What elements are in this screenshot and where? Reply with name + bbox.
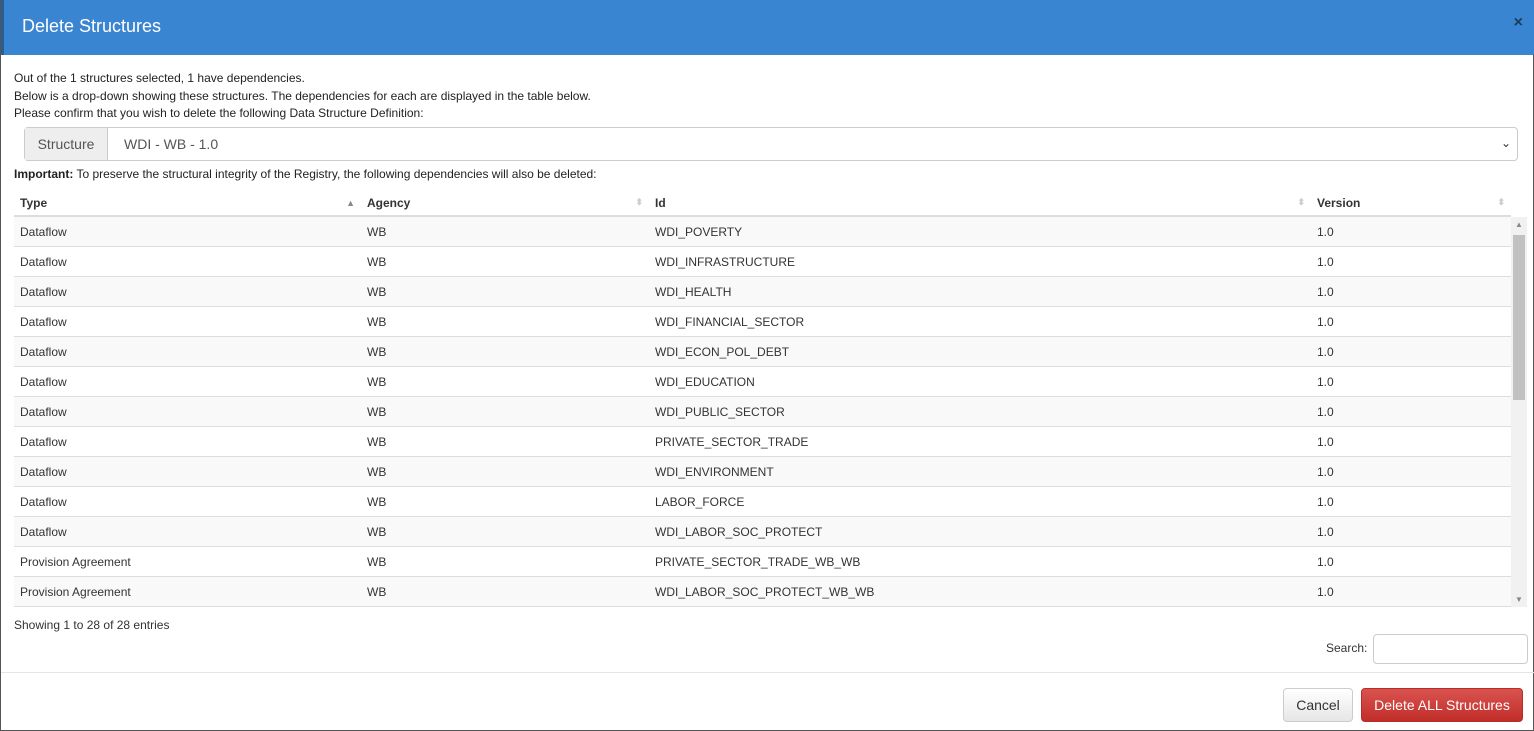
table-cell: WB: [367, 494, 387, 509]
dialog: Delete Structures × Out of the 1 structu…: [0, 0, 1534, 731]
column-header-id[interactable]: Id ⬍: [649, 190, 1311, 215]
table-row[interactable]: Dataflow WB PRIVATE_SECTOR_TRADE 1.0: [14, 427, 1511, 457]
delete-all-button[interactable]: Delete ALL Structures: [1361, 688, 1523, 722]
table-row[interactable]: Provision Agreement WB WDI_LABOR_SOC_PROTE…: [14, 577, 1511, 607]
table-cell: WDI_ENVIRONMENT: [655, 464, 774, 479]
column-header-type[interactable]: Type ▲: [14, 190, 361, 215]
table-cell: WDI_INFRASTRUCTURE: [655, 254, 795, 269]
table-cell: WB: [367, 284, 387, 299]
table-cell: WDI_LABOR_SOC_PROTECT_WB_WB: [655, 584, 875, 599]
table-cell: 1.0: [1317, 584, 1334, 599]
table-cell: Dataflow: [20, 224, 67, 239]
important-note: Important: To preserve the structural in…: [14, 167, 597, 181]
table-cell: 1.0: [1317, 224, 1334, 239]
table-info: Showing 1 to 28 of 28 entries: [14, 618, 170, 632]
table-cell: WDI_EDUCATION: [655, 374, 755, 389]
table-row[interactable]: Dataflow WB WDI_HEALTH 1.0: [14, 277, 1511, 307]
table-cell: WB: [367, 344, 387, 359]
table-row[interactable]: Dataflow WB WDI_ENVIRONMENT 1.0: [14, 457, 1511, 487]
table-cell: WDI_FINANCIAL_SECTOR: [655, 314, 805, 329]
table-cell: WB: [367, 584, 387, 599]
table-cell: WB: [367, 254, 387, 269]
table-cell: WB: [367, 554, 387, 569]
table-cell: WB: [367, 224, 387, 239]
scroll-up-icon[interactable]: ▲: [1515, 220, 1523, 229]
message-line: Below is a drop-down showing these struc…: [14, 89, 591, 103]
table-cell: Dataflow: [20, 284, 67, 299]
important-label: Important:: [14, 167, 74, 181]
dialog-header: Delete Structures ×: [1, 0, 1534, 55]
cancel-button[interactable]: Cancel: [1283, 688, 1353, 722]
table-row[interactable]: Dataflow WB WDI_FINANCIAL_SECTOR 1.0: [14, 307, 1511, 337]
table-cell: 1.0: [1317, 314, 1334, 329]
table-cell: PRIVATE_SECTOR_TRADE: [655, 434, 809, 449]
table-row[interactable]: Provision Agreement WB PRIVATE_SECTOR_TRAD…: [14, 547, 1511, 577]
sort-icon: ⬍: [1297, 197, 1305, 207]
table-row[interactable]: Dataflow WB LABOR_FORCE 1.0: [14, 487, 1511, 517]
scroll-down-icon[interactable]: ▼: [1515, 595, 1523, 604]
table-row[interactable]: Dataflow WB WDI_POVERTY 1.0: [14, 217, 1511, 247]
table-cell: Dataflow: [20, 314, 67, 329]
table-cell: 1.0: [1317, 494, 1334, 509]
table-cell: PRIVATE_SECTOR_TRADE_WB_WB: [655, 554, 861, 569]
sort-icon: ⬍: [1497, 197, 1505, 207]
table-cell: LABOR_FORCE: [655, 494, 745, 509]
table-cell: WB: [367, 404, 387, 419]
table-cell: 1.0: [1317, 374, 1334, 389]
search-label: Search:: [1326, 641, 1368, 655]
footer-divider: [1, 672, 1534, 673]
table-cell: Dataflow: [20, 404, 67, 419]
search-input[interactable]: [1373, 634, 1528, 664]
table-cell: 1.0: [1317, 344, 1334, 359]
table-cell: Provision Agreement: [20, 584, 131, 599]
column-header-version[interactable]: Version ⬍: [1311, 190, 1511, 215]
message-line: Out of the 1 structures selected, 1 have…: [14, 71, 305, 85]
table-row[interactable]: Dataflow WB WDI_INFRASTRUCTURE 1.0: [14, 247, 1511, 277]
table-cell: Dataflow: [20, 524, 67, 539]
table-cell: Dataflow: [20, 254, 67, 269]
table-cell: WB: [367, 314, 387, 329]
dialog-title: Delete Structures: [22, 16, 162, 36]
table-cell: 1.0: [1317, 284, 1334, 299]
table-cell: Dataflow: [20, 464, 67, 479]
table-cell: Dataflow: [20, 494, 67, 509]
table-row[interactable]: Dataflow WB WDI_PUBLIC_SECTOR 1.0: [14, 397, 1511, 427]
table-cell: 1.0: [1317, 404, 1334, 419]
table-cell: 1.0: [1317, 464, 1334, 479]
table-row[interactable]: Dataflow WB WDI_ECON_POL_DEBT 1.0: [14, 337, 1511, 367]
close-icon[interactable]: ×: [1514, 14, 1523, 32]
table-body: Dataflow WB WDI_POVERTY 1.0 Dataflow WB WDI_IN…: [14, 217, 1511, 607]
table-cell: WB: [367, 374, 387, 389]
table-cell: WB: [367, 434, 387, 449]
table-scrollbar[interactable]: ▲ ▼: [1511, 217, 1527, 607]
table-cell: WB: [367, 524, 387, 539]
table-cell: Dataflow: [20, 374, 67, 389]
table-cell: WB: [367, 464, 387, 479]
sort-icon: ⬍: [635, 197, 643, 207]
table-cell: WDI_ECON_POL_DEBT: [655, 344, 790, 359]
table-cell: 1.0: [1317, 554, 1334, 569]
table-cell: 1.0: [1317, 254, 1334, 269]
table-cell: Dataflow: [20, 344, 67, 359]
table-cell: Provision Agreement: [20, 554, 131, 569]
table-cell: 1.0: [1317, 434, 1334, 449]
table-cell: 1.0: [1317, 524, 1334, 539]
table-row[interactable]: Dataflow WB WDI_EDUCATION 1.0: [14, 367, 1511, 397]
chevron-down-icon: ⌄: [1500, 136, 1511, 150]
structure-select[interactable]: Structure WDI - WB - 1.0 ⌄: [24, 127, 1518, 161]
table-cell: Dataflow: [20, 434, 67, 449]
table-row[interactable]: Dataflow WB WDI_LABOR_SOC_PROTECT 1.0: [14, 517, 1511, 547]
important-text: To preserve the structural integrity of …: [73, 167, 597, 181]
structure-label: Structure: [25, 128, 108, 160]
message-line: Please confirm that you wish to delete t…: [14, 106, 424, 120]
column-header-agency[interactable]: Agency ⬍: [361, 190, 649, 215]
scrollbar-thumb[interactable]: [1513, 235, 1525, 400]
structure-value: WDI - WB - 1.0: [124, 136, 219, 152]
table-cell: WDI_PUBLIC_SECTOR: [655, 404, 785, 419]
table-header: Type ▲ Agency ⬍ Id ⬍ Version ⬍: [14, 190, 1511, 217]
table-cell: WDI_LABOR_SOC_PROTECT: [655, 524, 823, 539]
table-cell: WDI_POVERTY: [655, 224, 743, 239]
table-cell: WDI_HEALTH: [655, 284, 732, 299]
sort-asc-icon: ▲: [346, 197, 355, 208]
